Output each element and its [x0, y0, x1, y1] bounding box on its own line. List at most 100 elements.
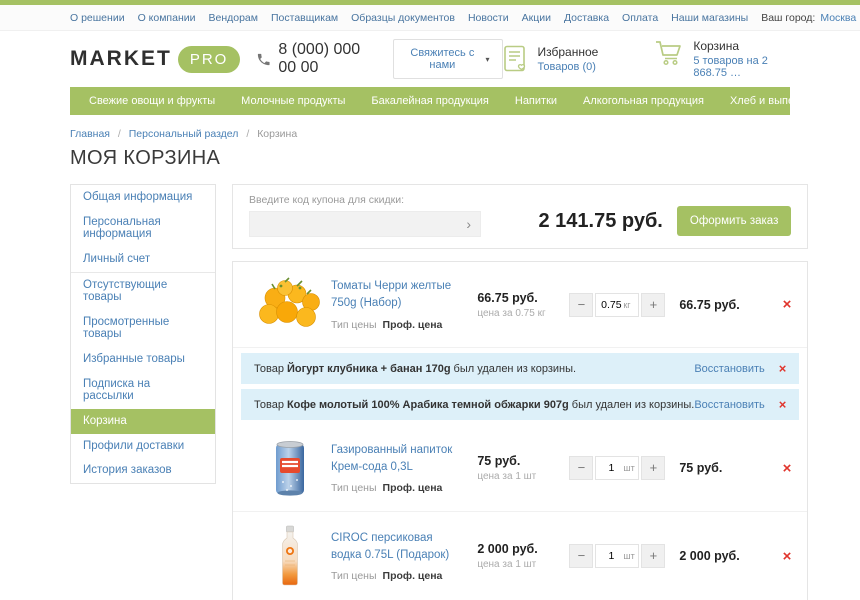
price-type-label: Тип цены	[331, 319, 377, 331]
unit-price: 2 000 руб.	[477, 542, 569, 556]
sidebar-item-cart[interactable]: Корзина	[71, 409, 215, 434]
phone-icon	[256, 52, 271, 67]
city-label: Ваш город:	[761, 12, 815, 24]
dismiss-notice-button[interactable]: ×	[779, 398, 787, 411]
topbar-link-documents[interactable]: Образцы документов	[351, 12, 455, 24]
quantity-increase-button[interactable]: +	[641, 456, 665, 480]
sidebar-item-missing-products[interactable]: Отсутствующие товары	[71, 273, 215, 310]
cart-widget[interactable]: Корзина 5 товаров на 2 868.75 …	[654, 39, 786, 79]
removed-item-notice: Товар Кофе молотый 100% Арабика темной о…	[241, 389, 799, 420]
price-type-value: Проф. цена	[383, 482, 443, 494]
topbar-link-delivery[interactable]: Доставка	[564, 12, 609, 24]
coupon-input-wrap: ›	[249, 211, 481, 237]
unit-price: 66.75 руб.	[477, 291, 569, 305]
quantity-box: кг	[595, 293, 639, 317]
unit-price: 75 руб.	[477, 454, 569, 468]
topbar-link-news[interactable]: Новости	[468, 12, 509, 24]
quantity-box: шт	[595, 456, 639, 480]
breadcrumb-home[interactable]: Главная	[70, 128, 110, 140]
restore-item-link[interactable]: Восстановить	[694, 363, 764, 375]
sidebar-item-delivery-profiles[interactable]: Профили доставки	[71, 434, 215, 459]
chevron-down-icon: ▾	[485, 55, 489, 64]
sidebar-item-favorite-products[interactable]: Избранные товары	[71, 347, 215, 372]
nav-item-dairy[interactable]: Молочные продукты	[228, 95, 358, 107]
sidebar-item-general-info[interactable]: Общая информация	[71, 185, 215, 210]
cart-items-list: Томаты Черри желтые 750g (Набор) Тип цен…	[232, 261, 808, 600]
quantity-input[interactable]	[599, 299, 623, 311]
topbar-right: Ваш город: Москва ▾ Вход | Регистрация	[761, 12, 860, 24]
coupon-block: Введите код купона для скидки: ›	[249, 194, 481, 237]
topbar-link-promos[interactable]: Акции	[522, 12, 551, 24]
header: MARKET PRO 8 (000) 000 00 00 Свяжитесь с…	[0, 31, 860, 87]
cart-item-row: Томаты Черри желтые 750g (Набор) Тип цен…	[233, 262, 807, 348]
sidebar-item-subscriptions[interactable]: Подписка на рассылки	[71, 372, 215, 409]
sidebar-item-personal-account[interactable]: Личный счет	[71, 247, 215, 272]
quantity-input[interactable]	[599, 550, 623, 562]
coupon-submit-chevron-icon[interactable]: ›	[457, 217, 480, 231]
restore-item-link[interactable]: Восстановить	[694, 399, 764, 411]
sidebar-item-order-history[interactable]: История заказов	[71, 458, 215, 483]
product-image-tomatoes[interactable]	[249, 276, 331, 334]
breadcrumb: Главная / Персональный раздел / Корзина	[70, 128, 790, 140]
quantity-increase-button[interactable]: +	[641, 293, 665, 317]
product-image-soda-can[interactable]	[249, 438, 331, 498]
quantity-unit: шт	[623, 551, 634, 561]
breadcrumb-separator: /	[118, 128, 121, 140]
product-link[interactable]: Газированный напиток Крем-сода 0,3L	[331, 442, 477, 475]
quantity-box: шт	[595, 544, 639, 568]
quantity-decrease-button[interactable]: −	[569, 456, 593, 480]
notice-prefix: Товар	[254, 363, 284, 375]
sidebar-item-personal-info[interactable]: Персональная информация	[71, 210, 215, 247]
unit-price-per: цена за 1 шт	[477, 559, 569, 570]
product-link[interactable]: Томаты Черри желтые 750g (Набор)	[331, 278, 477, 311]
unit-price-per: цена за 1 шт	[477, 471, 569, 482]
product-link[interactable]: CIROC персиковая водка 0.75L (Подарок)	[331, 530, 477, 563]
topbar-link-vendors[interactable]: Вендорам	[208, 12, 258, 24]
nav-item-drinks[interactable]: Напитки	[502, 95, 570, 107]
cart-text: Корзина 5 товаров на 2 868.75 …	[693, 39, 786, 79]
quantity-increase-button[interactable]: +	[641, 544, 665, 568]
nav-item-vegetables[interactable]: Свежие овощи и фрукты	[76, 95, 228, 107]
coupon-input[interactable]	[250, 212, 457, 236]
nav-item-alcohol[interactable]: Алкогольная продукция	[570, 95, 717, 107]
nav-item-grocery[interactable]: Бакалейная продукция	[358, 95, 501, 107]
phone-number[interactable]: 8 (000) 000 00 00	[278, 41, 375, 77]
nav-more-button[interactable]: •••	[824, 96, 860, 107]
coupon-label: Введите код купона для скидки:	[249, 194, 481, 206]
product-image-vodka-bottle[interactable]	[249, 525, 331, 587]
sidebar-item-viewed-products[interactable]: Просмотренные товары	[71, 310, 215, 347]
cart-summary-link[interactable]: 5 товаров на 2 868.75 …	[693, 55, 786, 79]
price-type-label: Тип цены	[331, 570, 377, 582]
quantity-decrease-button[interactable]: −	[569, 293, 593, 317]
notice-product-name: Кофе молотый 100% Арабика темной обжарки…	[287, 399, 569, 411]
favorites-widget[interactable]: Избранное Товаров (0)	[503, 45, 599, 73]
breadcrumb-current: Корзина	[257, 128, 297, 140]
cart-item-row: CIROC персиковая водка 0.75L (Подарок) Т…	[233, 512, 807, 600]
topbar-link-payment[interactable]: Оплата	[622, 12, 658, 24]
topbar-link-stores[interactable]: Наши магазины	[671, 12, 748, 24]
remove-item-button[interactable]: ×	[767, 461, 791, 476]
price-type: Тип цены Проф. цена	[331, 482, 477, 494]
cart-item-row: Газированный напиток Крем-сода 0,3L Тип …	[233, 425, 807, 512]
product-name-block: Томаты Черри желтые 750g (Набор) Тип цен…	[331, 278, 477, 330]
topbar-link-solution[interactable]: О решении	[70, 12, 125, 24]
coupon-and-total-bar: Введите код купона для скидки: › 2 141.7…	[232, 184, 808, 249]
favorites-icon	[503, 45, 529, 73]
price-type-label: Тип цены	[331, 482, 377, 494]
dismiss-notice-button[interactable]: ×	[779, 362, 787, 375]
remove-item-button[interactable]: ×	[767, 297, 791, 312]
quantity-input[interactable]	[599, 462, 623, 474]
favorites-count-link[interactable]: Товаров (0)	[538, 61, 599, 73]
topbar-link-suppliers[interactable]: Поставщикам	[271, 12, 338, 24]
nav-item-bread[interactable]: Хлеб и выпечка	[717, 95, 824, 107]
checkout-button[interactable]: Оформить заказ	[677, 206, 791, 236]
unit-price-block: 2 000 руб. цена за 1 шт	[477, 542, 569, 570]
quantity-decrease-button[interactable]: −	[569, 544, 593, 568]
city-selector[interactable]: Москва	[820, 12, 856, 24]
cart-title: Корзина	[693, 39, 786, 53]
topbar-link-company[interactable]: О компании	[138, 12, 196, 24]
breadcrumb-personal[interactable]: Персональный раздел	[129, 128, 239, 140]
remove-item-button[interactable]: ×	[767, 549, 791, 564]
contact-us-button[interactable]: Свяжитесь с нами ▾	[393, 39, 502, 79]
logo[interactable]: MARKET PRO	[70, 46, 240, 73]
